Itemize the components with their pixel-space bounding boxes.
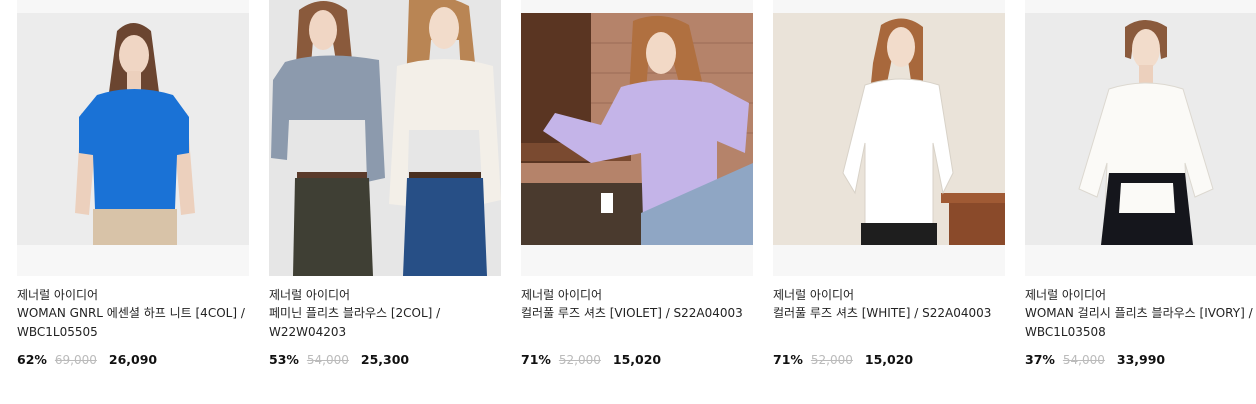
model-photo-white-shirt — [773, 13, 1005, 245]
product-grid: 제너럴 아이디어 WOMAN GNRL 에센셜 하프 니트 [4COL] / W… — [17, 0, 1256, 404]
model-photo-ivory-blouse — [1025, 13, 1256, 245]
original-price: 54,000 — [1062, 353, 1105, 367]
product-title[interactable]: 컬러풀 루즈 셔츠 [WHITE] / S22A04003 — [773, 304, 1005, 323]
product-card[interactable]: 제너럴 아이디어 WOMAN 걸리시 플리츠 블라우스 [IVORY] / WB… — [1025, 0, 1256, 404]
product-brand[interactable]: 제너럴 아이디어 — [1025, 286, 1106, 304]
product-brand[interactable]: 제너럴 아이디어 — [269, 286, 350, 304]
product-brand[interactable]: 제너럴 아이디어 — [773, 286, 854, 304]
discount-rate: 37% — [1025, 352, 1055, 367]
product-photo[interactable] — [269, 0, 501, 276]
product-thumbnail[interactable] — [773, 0, 1005, 276]
sale-price: 15,020 — [612, 352, 662, 367]
product-card[interactable]: 제너럴 아이디어 컬러풀 루즈 셔츠 [WHITE] / S22A04003 7… — [773, 0, 1005, 404]
product-card[interactable]: 제너럴 아이디어 컬러풀 루즈 셔츠 [VIOLET] / S22A04003 … — [521, 0, 753, 404]
product-photo[interactable] — [17, 13, 249, 245]
product-price: 53% 54,000 25,300 — [269, 351, 409, 369]
product-photo[interactable] — [773, 13, 1005, 245]
product-thumbnail[interactable] — [1025, 0, 1256, 276]
discount-rate: 62% — [17, 352, 47, 367]
model-photo-two-blouses — [269, 0, 501, 276]
product-price: 62% 69,000 26,090 — [17, 351, 157, 369]
original-price: 52,000 — [558, 353, 601, 367]
product-thumbnail[interactable] — [17, 0, 249, 276]
product-price: 71% 52,000 15,020 — [521, 351, 661, 369]
product-card[interactable]: 제너럴 아이디어 페미닌 플리츠 블라우스 [2COL] / W22W04203… — [269, 0, 501, 404]
sale-price: 15,020 — [864, 352, 914, 367]
product-brand[interactable]: 제너럴 아이디어 — [17, 286, 98, 304]
product-thumbnail[interactable] — [521, 0, 753, 276]
product-title[interactable]: 페미닌 플리츠 블라우스 [2COL] / W22W04203 — [269, 304, 501, 342]
model-photo-violet-shirt — [521, 13, 753, 245]
original-price: 54,000 — [306, 353, 349, 367]
product-title[interactable]: WOMAN 걸리시 플리츠 블라우스 [IVORY] / WBC1L03508 — [1025, 304, 1256, 342]
sale-price: 25,300 — [360, 352, 410, 367]
original-price: 52,000 — [810, 353, 853, 367]
product-thumbnail[interactable] — [269, 0, 501, 276]
model-photo-blue-knit — [17, 13, 249, 245]
sale-price: 33,990 — [1116, 352, 1166, 367]
product-photo[interactable] — [1025, 13, 1256, 245]
discount-rate: 71% — [773, 352, 803, 367]
discount-rate: 71% — [521, 352, 551, 367]
product-title[interactable]: WOMAN GNRL 에센셜 하프 니트 [4COL] / WBC1L05505 — [17, 304, 249, 342]
original-price: 69,000 — [54, 353, 97, 367]
discount-rate: 53% — [269, 352, 299, 367]
product-price: 71% 52,000 15,020 — [773, 351, 913, 369]
product-photo[interactable] — [521, 13, 753, 245]
product-card[interactable]: 제너럴 아이디어 WOMAN GNRL 에센셜 하프 니트 [4COL] / W… — [17, 0, 249, 404]
sale-price: 26,090 — [108, 352, 158, 367]
product-price: 37% 54,000 33,990 — [1025, 351, 1165, 369]
product-title[interactable]: 컬러풀 루즈 셔츠 [VIOLET] / S22A04003 — [521, 304, 753, 323]
product-brand[interactable]: 제너럴 아이디어 — [521, 286, 602, 304]
